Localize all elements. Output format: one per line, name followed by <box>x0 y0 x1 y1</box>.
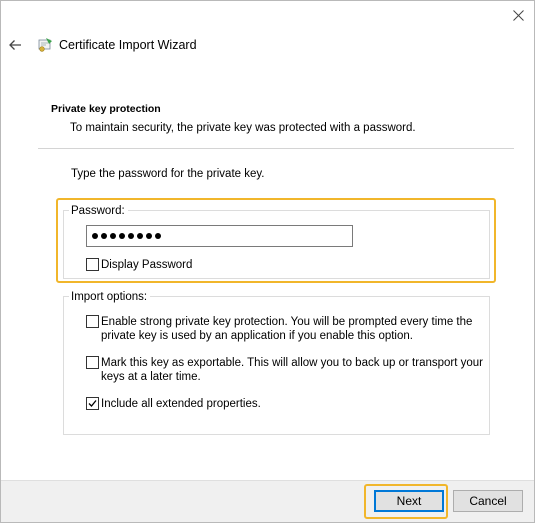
close-icon <box>512 9 524 21</box>
section-title: Private key protection <box>51 103 161 115</box>
close-button[interactable] <box>506 4 530 26</box>
cancel-button[interactable]: Cancel <box>453 490 523 512</box>
extended-properties-checkbox[interactable] <box>86 397 99 410</box>
wizard-title: Certificate Import Wizard <box>59 38 197 52</box>
exportable-label[interactable]: Mark this key as exportable. This will a… <box>101 356 483 384</box>
strong-protection-line2: private key is used by an application if… <box>101 330 413 342</box>
section-description: To maintain security, the private key wa… <box>70 122 416 134</box>
certificate-icon <box>38 38 52 52</box>
next-highlight-frame <box>364 484 448 519</box>
header-divider <box>38 148 514 149</box>
extended-properties-label[interactable]: Include all extended properties. <box>101 397 261 411</box>
import-options-legend: Import options: <box>69 291 151 303</box>
password-highlight-frame <box>56 198 496 283</box>
strong-protection-line1: Enable strong private key protection. Yo… <box>101 316 473 328</box>
back-arrow-icon <box>9 40 21 50</box>
instruction-text: Type the password for the private key. <box>71 168 265 180</box>
strong-protection-checkbox[interactable] <box>86 315 99 328</box>
exportable-line1: Mark this key as exportable. This will a… <box>101 357 484 369</box>
exportable-checkbox[interactable] <box>86 356 99 369</box>
strong-protection-label[interactable]: Enable strong private key protection. Yo… <box>101 315 472 343</box>
checkmark-icon <box>88 400 97 407</box>
back-button[interactable] <box>6 36 24 54</box>
exportable-line2: keys at a later time. <box>101 371 201 383</box>
